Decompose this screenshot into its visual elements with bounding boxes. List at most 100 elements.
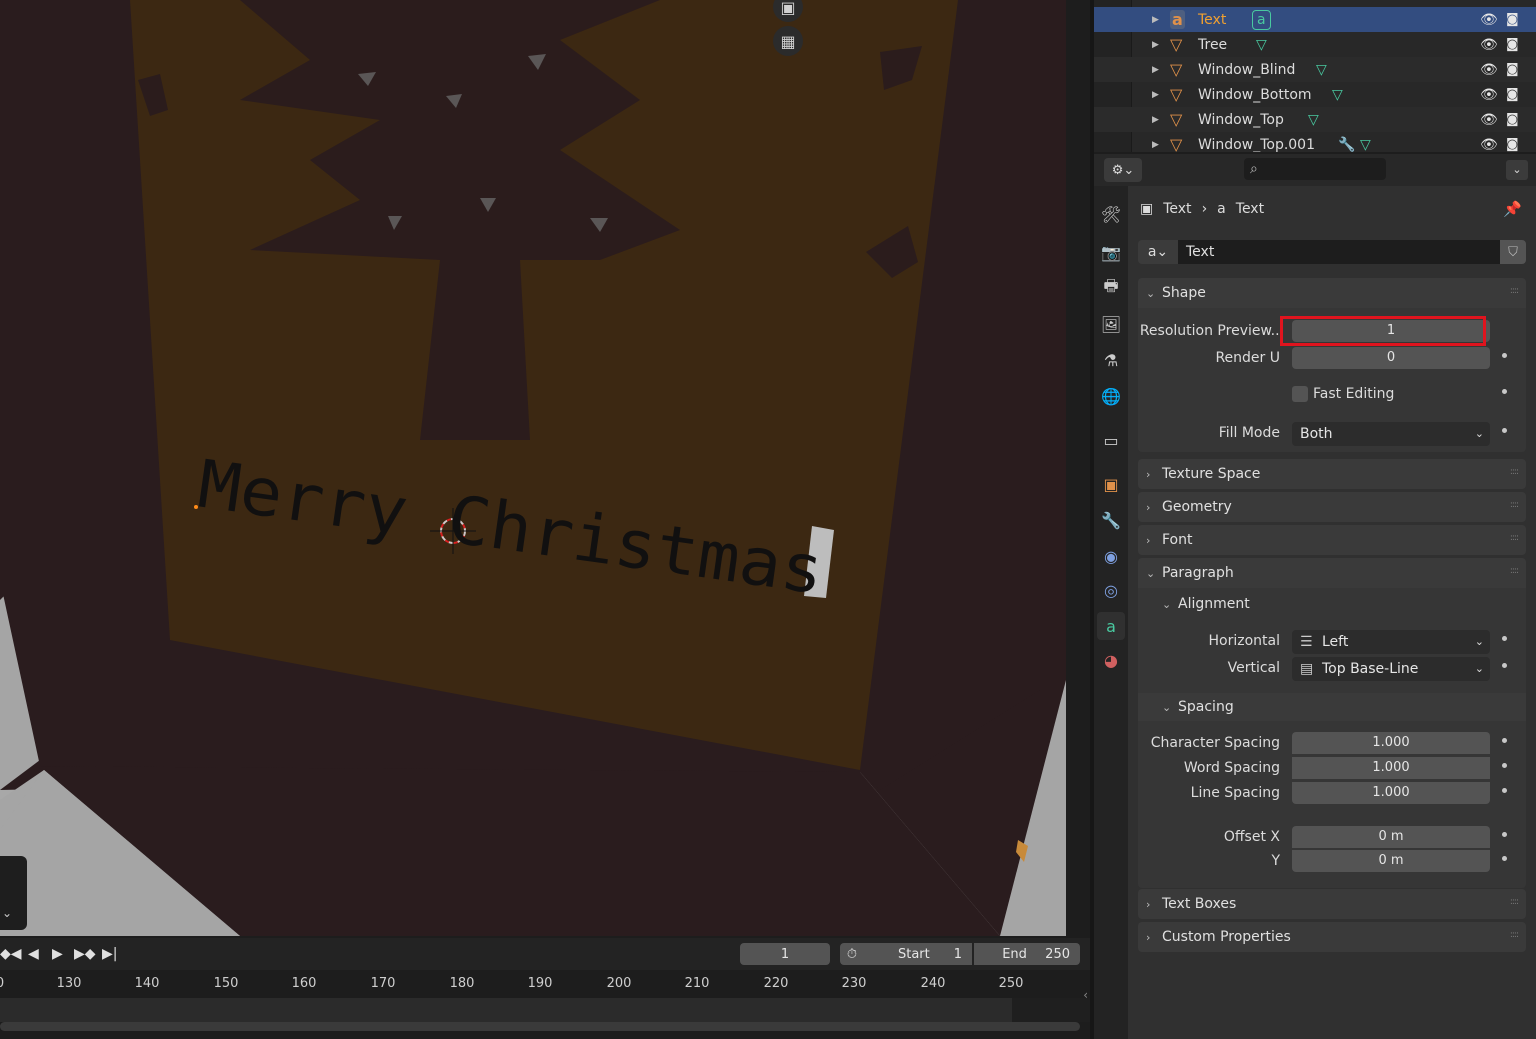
modifier-wrench-icon[interactable]: 🔧	[1338, 137, 1355, 153]
current-frame-field[interactable]: 1	[740, 943, 830, 965]
offset-x-field[interactable]: 0 m	[1292, 826, 1490, 848]
datablock-selector[interactable]: a⌄ Text ⛉	[1138, 240, 1526, 264]
visibility-eye-icon[interactable]: 👁	[1480, 112, 1498, 128]
jump-keyframe-icon[interactable]: ▶◆	[74, 946, 96, 962]
keyframe-dot[interactable]	[1502, 663, 1507, 668]
pin-icon[interactable]: 📌	[1503, 200, 1522, 218]
alignment-subpanel-header[interactable]: ⌄ Alignment	[1138, 590, 1526, 618]
keyframe-dot[interactable]	[1502, 738, 1507, 743]
vertical-align-select[interactable]: ▤ Top Base-Line ⌄	[1292, 657, 1490, 681]
start-frame-field[interactable]: Start 1	[864, 943, 972, 965]
expand-arrow-icon[interactable]: ▶	[1152, 140, 1159, 150]
search-input[interactable]: ⌕	[1244, 158, 1386, 180]
keyframe-dot[interactable]	[1502, 353, 1507, 358]
mesh-data-icon[interactable]: ▽	[1308, 112, 1319, 128]
keyframe-dot[interactable]	[1502, 763, 1507, 768]
end-frame-field[interactable]: End 250	[974, 943, 1080, 965]
scene-tab-icon[interactable]: ⚗	[1097, 346, 1125, 374]
drag-grip-icon[interactable]: ::::	[1510, 286, 1519, 296]
outliner-row-text[interactable]: ▶ a Text a 👁 ◙	[1094, 7, 1536, 32]
tool-tab-icon[interactable]: 🛠	[1097, 200, 1125, 228]
material-tab-icon[interactable]: ◕	[1097, 646, 1125, 674]
render-tab-icon[interactable]: 📷	[1097, 238, 1125, 266]
drag-grip-icon[interactable]: ::::	[1510, 467, 1519, 477]
outliner-row-window-bottom[interactable]: ▶ ▽ Window_Bottom ▽ 👁 ◙	[1094, 82, 1536, 107]
visibility-eye-icon[interactable]: 👁	[1480, 12, 1498, 28]
3d-viewport[interactable]: Merry Christmas ▣ ▦ ⌄	[0, 0, 1066, 936]
geometry-panel-header[interactable]: › Geometry ::::	[1138, 492, 1526, 522]
particles-tab-icon[interactable]: ◉	[1097, 542, 1125, 570]
keyframe-dot[interactable]	[1502, 428, 1507, 433]
timeline-scrollbar[interactable]	[0, 1022, 1080, 1031]
text-data-icon[interactable]: a	[1252, 9, 1271, 30]
physics-tab-icon[interactable]: ◎	[1097, 576, 1125, 604]
drag-grip-icon[interactable]: ::::	[1510, 566, 1519, 576]
datablock-name-field[interactable]: Text	[1178, 240, 1500, 264]
collection-tab-icon[interactable]: ▭	[1097, 426, 1125, 454]
sidebar-toggle-stub[interactable]: ⌄	[0, 856, 27, 930]
render-camera-icon[interactable]: ◙	[1506, 87, 1519, 102]
text-data-tab-icon[interactable]: a	[1097, 612, 1125, 640]
view-layer-tab-icon[interactable]: 🖼	[1097, 310, 1125, 338]
options-dropdown[interactable]: ⌄	[1506, 160, 1528, 180]
timeline-body[interactable]: 0 130 140 150 160 170 180 190 200 210 22…	[0, 970, 1090, 1039]
mesh-data-icon[interactable]: ▽	[1360, 137, 1371, 153]
custom-properties-panel-header[interactable]: › Custom Properties ::::	[1138, 922, 1526, 952]
stopwatch-icon[interactable]: ⏱	[840, 943, 864, 965]
visibility-eye-icon[interactable]: 👁	[1480, 87, 1498, 103]
paragraph-panel-header[interactable]: ⌄ Paragraph ::::	[1138, 558, 1526, 588]
fill-mode-select[interactable]: Both ⌄	[1292, 422, 1490, 446]
mesh-data-icon[interactable]: ▽	[1256, 37, 1267, 53]
visibility-eye-icon[interactable]: 👁	[1480, 62, 1498, 78]
horizontal-align-select[interactable]: ☰ Left ⌄	[1292, 630, 1490, 654]
expand-arrow-icon[interactable]: ▶	[1152, 15, 1159, 25]
text-boxes-panel-header[interactable]: › Text Boxes ::::	[1138, 889, 1526, 919]
outliner-row-tree[interactable]: ▶ ▽ Tree ▽ 👁 ◙	[1094, 32, 1536, 57]
render-camera-icon[interactable]: ◙	[1506, 112, 1519, 127]
expand-arrow-icon[interactable]: ▶	[1152, 65, 1159, 75]
word-spacing-field[interactable]: 1.000	[1292, 757, 1490, 779]
character-spacing-field[interactable]: 1.000	[1292, 732, 1490, 754]
render-u-field[interactable]: 0	[1292, 347, 1490, 369]
visibility-eye-icon[interactable]: 👁	[1480, 137, 1498, 153]
chevron-down-icon[interactable]: ⌄	[2, 906, 12, 920]
drag-grip-icon[interactable]: ::::	[1510, 500, 1519, 510]
editor-type-dropdown[interactable]: ⚙⌄	[1104, 158, 1142, 182]
drag-grip-icon[interactable]: ::::	[1510, 930, 1519, 940]
timeline-track[interactable]	[0, 998, 1012, 1022]
expand-arrow-icon[interactable]: ▶	[1152, 115, 1159, 125]
perspective-grid-icon[interactable]: ▦	[773, 26, 803, 56]
outliner-row-window-blind[interactable]: ▶ ▽ Window_Blind ▽ 👁 ◙	[1094, 57, 1536, 82]
text-data-browse-icon[interactable]: a⌄	[1138, 240, 1178, 264]
offset-y-field[interactable]: 0 m	[1292, 850, 1490, 872]
texture-space-panel-header[interactable]: › Texture Space ::::	[1138, 459, 1526, 489]
render-camera-icon[interactable]: ◙	[1506, 37, 1519, 52]
render-camera-icon[interactable]: ◙	[1506, 62, 1519, 77]
mesh-data-icon[interactable]: ▽	[1332, 87, 1343, 103]
outliner-row-window-top[interactable]: ▶ ▽ Window_Top ▽ 👁 ◙	[1094, 107, 1536, 132]
jump-start-icon[interactable]: ◆◀	[0, 946, 22, 962]
world-tab-icon[interactable]: 🌐	[1097, 382, 1125, 410]
expand-arrow-icon[interactable]: ▶	[1152, 90, 1159, 100]
line-spacing-field[interactable]: 1.000	[1292, 782, 1490, 804]
keyframe-dot[interactable]	[1502, 788, 1507, 793]
render-camera-icon[interactable]: ◙	[1506, 137, 1519, 152]
drag-grip-icon[interactable]: ::::	[1510, 897, 1519, 907]
spacing-subpanel-header[interactable]: ⌄ Spacing	[1138, 693, 1526, 721]
keyframe-dot[interactable]	[1502, 389, 1507, 394]
frame-ruler[interactable]: 0 130 140 150 160 170 180 190 200 210 22…	[0, 970, 1090, 1002]
keyframe-dot[interactable]	[1502, 856, 1507, 861]
mesh-data-icon[interactable]: ▽	[1316, 62, 1327, 78]
outliner-row-window-top-001[interactable]: ▶ ▽ Window_Top.001 🔧 ▽ 👁 ◙	[1094, 132, 1536, 152]
play-icon[interactable]: ▶	[52, 946, 63, 962]
visibility-eye-icon[interactable]: 👁	[1480, 37, 1498, 53]
keyframe-dot[interactable]	[1502, 832, 1507, 837]
jump-end-icon[interactable]: ▶|	[102, 946, 117, 962]
step-back-icon[interactable]: ◀	[28, 946, 39, 962]
fake-user-shield-icon[interactable]: ⛉	[1500, 240, 1526, 264]
output-tab-icon[interactable]: 🖶	[1097, 274, 1125, 302]
expand-arrow-icon[interactable]: ▶	[1152, 40, 1159, 50]
modifier-tab-icon[interactable]: 🔧	[1097, 506, 1125, 534]
drag-grip-icon[interactable]: ::::	[1510, 533, 1519, 543]
font-panel-header[interactable]: › Font ::::	[1138, 525, 1526, 555]
